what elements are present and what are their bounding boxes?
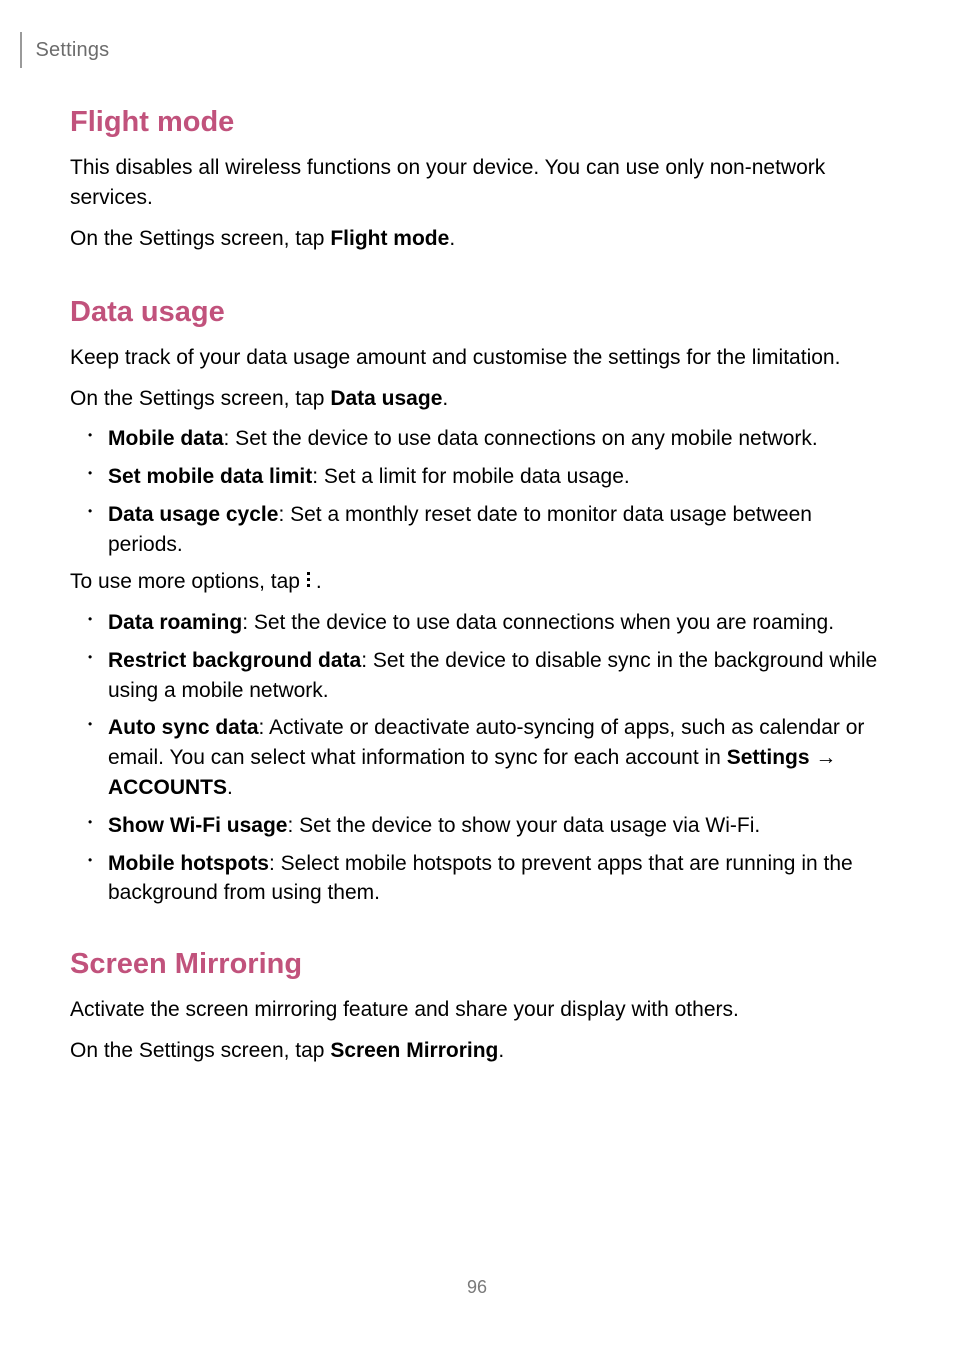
- list-item: Auto sync data: Activate or deactivate a…: [70, 713, 890, 802]
- text: : Set the device to show your data usage…: [287, 814, 760, 837]
- list-item: Restrict background data: Set the device…: [70, 646, 890, 706]
- list-item: Show Wi-Fi usage: Set the device to show…: [70, 811, 890, 841]
- section-title-data-usage: Data usage: [70, 296, 890, 329]
- text: .: [449, 227, 455, 250]
- bold-text: Settings: [727, 746, 810, 769]
- text: On the Settings screen, tap: [70, 227, 330, 250]
- body-text: On the Settings screen, tap Flight mode.: [70, 224, 890, 254]
- content-column: Flight mode This disables all wireless f…: [70, 106, 890, 1066]
- body-text: Keep track of your data usage amount and…: [70, 343, 890, 373]
- text: .: [227, 776, 233, 799]
- bullet-list: Mobile data: Set the device to use data …: [70, 424, 890, 559]
- text: To use more options, tap: [70, 570, 306, 593]
- bold-text: ACCOUNTS: [108, 776, 227, 799]
- arrow-icon: →: [810, 746, 837, 769]
- header-rule: [20, 32, 22, 68]
- bold-text: Mobile hotspots: [108, 852, 269, 875]
- header: Settings: [20, 32, 109, 68]
- body-text: To use more options, tap .: [70, 567, 890, 597]
- bold-text: Show Wi-Fi usage: [108, 814, 287, 837]
- bold-text: Auto sync data: [108, 716, 259, 739]
- text: : Set the device to use data connections…: [224, 427, 818, 450]
- bullet-list: Data roaming: Set the device to use data…: [70, 608, 890, 908]
- section-title-flight-mode: Flight mode: [70, 106, 890, 139]
- text: : Set a limit for mobile data usage.: [312, 465, 630, 488]
- body-text: On the Settings screen, tap Screen Mirro…: [70, 1036, 890, 1066]
- list-item: Set mobile data limit: Set a limit for m…: [70, 462, 890, 492]
- list-item: Mobile hotspots: Select mobile hotspots …: [70, 849, 890, 909]
- list-item: Mobile data: Set the device to use data …: [70, 424, 890, 454]
- list-item: Data usage cycle: Set a monthly reset da…: [70, 500, 890, 560]
- page: Settings Flight mode This disables all w…: [0, 0, 954, 1350]
- page-number: 96: [0, 1277, 954, 1298]
- body-text: This disables all wireless functions on …: [70, 153, 890, 214]
- body-text: On the Settings screen, tap Data usage.: [70, 384, 890, 414]
- bold-text: Data roaming: [108, 611, 242, 634]
- breadcrumb: Settings: [36, 39, 110, 62]
- section-title-screen-mirroring: Screen Mirroring: [70, 948, 890, 981]
- body-text: Activate the screen mirroring feature an…: [70, 995, 890, 1025]
- text: : Set the device to use data connections…: [242, 611, 834, 634]
- bold-text: Set mobile data limit: [108, 465, 312, 488]
- text: .: [442, 387, 448, 410]
- bold-text: Screen Mirroring: [330, 1039, 498, 1062]
- list-item: Data roaming: Set the device to use data…: [70, 608, 890, 638]
- text: .: [316, 570, 322, 593]
- text: On the Settings screen, tap: [70, 1039, 330, 1062]
- bold-text: Data usage cycle: [108, 503, 278, 526]
- more-options-icon: [306, 572, 316, 590]
- text: .: [498, 1039, 504, 1062]
- bold-text: Data usage: [330, 387, 442, 410]
- bold-text: Mobile data: [108, 427, 224, 450]
- bold-text: Restrict background data: [108, 649, 361, 672]
- bold-text: Flight mode: [330, 227, 449, 250]
- text: On the Settings screen, tap: [70, 387, 330, 410]
